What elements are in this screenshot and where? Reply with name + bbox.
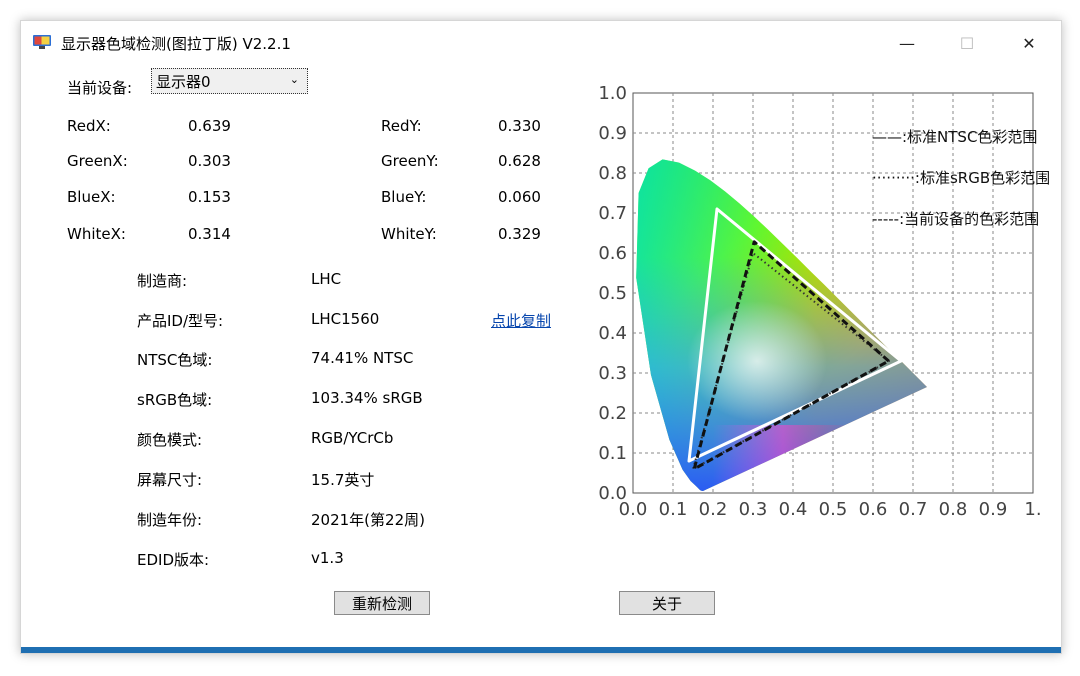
x-tick-label: 0.5 [819,499,848,520]
green-x-label: GreenX: [67,152,128,170]
device-select-value: 显示器0 [156,73,211,91]
y-tick-label: 0.9 [598,123,627,144]
close-button[interactable]: ✕ [1009,29,1049,57]
legend-item: -----:当前设备的色彩范围 [872,210,1039,228]
redetect-button[interactable]: 重新检测 [334,591,430,615]
window-bottom-border [21,647,1061,653]
red-x-value: 0.639 [188,117,231,135]
device-select[interactable]: 显示器0 ⌄ [151,68,308,94]
y-tick-label: 0.8 [598,163,627,184]
x-tick-label: 0.1 [659,499,688,520]
manufacturer-value: LHC [311,270,342,288]
legend-item: ——:标准NTSC色彩范围 [872,128,1037,146]
edid-version-label: EDID版本: [137,551,210,569]
red-y-label: RedY: [381,117,422,135]
y-tick-label: 0.0 [598,483,627,504]
y-tick-label: 0.2 [598,403,627,424]
monitor-icon [33,35,51,49]
window-title: 显示器色域检测(图拉丁版) V2.2.1 [61,35,291,53]
ntsc-gamut-value: 74.41% NTSC [311,349,414,367]
product-id-value: LHC1560 [311,310,380,328]
y-tick-label: 0.1 [598,443,627,464]
y-tick-label: 0.7 [598,203,627,224]
white-x-label: WhiteX: [67,225,126,243]
device-label: 当前设备: [67,79,133,97]
y-tick-label: 0.3 [598,363,627,384]
manufacture-year-label: 制造年份: [137,511,203,529]
product-id-label: 产品ID/型号: [137,312,224,330]
blue-x-label: BlueX: [67,188,116,206]
spectral-locus-fill [636,159,927,492]
cie-chromaticity-chart: 0.0 0.1 0.2 0.3 0.4 0.5 0.6 0.7 0.8 0.9 1.0.00.10.… [598,83,1050,520]
color-mode-label: 颜色模式: [137,431,203,449]
green-y-label: GreenY: [381,152,439,170]
white-y-value: 0.329 [498,225,541,243]
minimize-button[interactable]: — [887,29,927,57]
ntsc-gamut-label: NTSC色域: [137,351,213,369]
y-tick-label: 0.4 [598,323,627,344]
x-tick-label: 0.3 [739,499,768,520]
x-tick-label: 0.2 [699,499,728,520]
red-y-value: 0.330 [498,117,541,135]
y-tick-label: 1.0 [598,83,627,104]
title-bar[interactable]: 显示器色域检测(图拉丁版) V2.2.1 — ☐ ✕ [21,21,1061,65]
x-tick-label: 1. [1024,499,1041,520]
screen-size-value: 15.7英寸 [311,471,375,489]
x-tick-label: 0.9 [979,499,1008,520]
y-tick-label: 0.6 [598,243,627,264]
screen-size-label: 屏幕尺寸: [137,471,203,489]
x-tick-label: 0.8 [939,499,968,520]
white-y-label: WhiteY: [381,225,437,243]
srgb-gamut-label: sRGB色域: [137,391,213,409]
copy-link[interactable]: 点此复制 [491,310,551,331]
legend-item: ·········:标准sRGB色彩范围 [872,169,1050,187]
red-x-label: RedX: [67,117,111,135]
x-tick-label: 0.6 [859,499,888,520]
chevron-down-icon: ⌄ [289,73,299,86]
green-y-value: 0.628 [498,152,541,170]
srgb-gamut-value: 103.34% sRGB [311,389,423,407]
manufacturer-label: 制造商: [137,272,188,290]
green-x-value: 0.303 [188,152,231,170]
color-mode-value: RGB/YCrCb [311,429,394,447]
y-tick-label: 0.5 [598,283,627,304]
about-button[interactable]: 关于 [619,591,715,615]
white-x-value: 0.314 [188,225,231,243]
manufacture-year-value: 2021年(第22周) [311,511,425,529]
maximize-button[interactable]: ☐ [947,29,987,57]
blue-x-value: 0.153 [188,188,231,206]
blue-y-label: BlueY: [381,188,427,206]
edid-version-value: v1.3 [311,549,344,567]
legend: ——:标准NTSC色彩范围 ·········:标准sRGB色彩范围 -----:当… [872,128,1050,228]
blue-y-value: 0.060 [498,188,541,206]
x-tick-label: 0.7 [899,499,928,520]
main-window: 显示器色域检测(图拉丁版) V2.2.1 — ☐ ✕ 当前设备: 显示器0 ⌄ … [20,20,1062,654]
x-tick-label: 0.4 [779,499,808,520]
